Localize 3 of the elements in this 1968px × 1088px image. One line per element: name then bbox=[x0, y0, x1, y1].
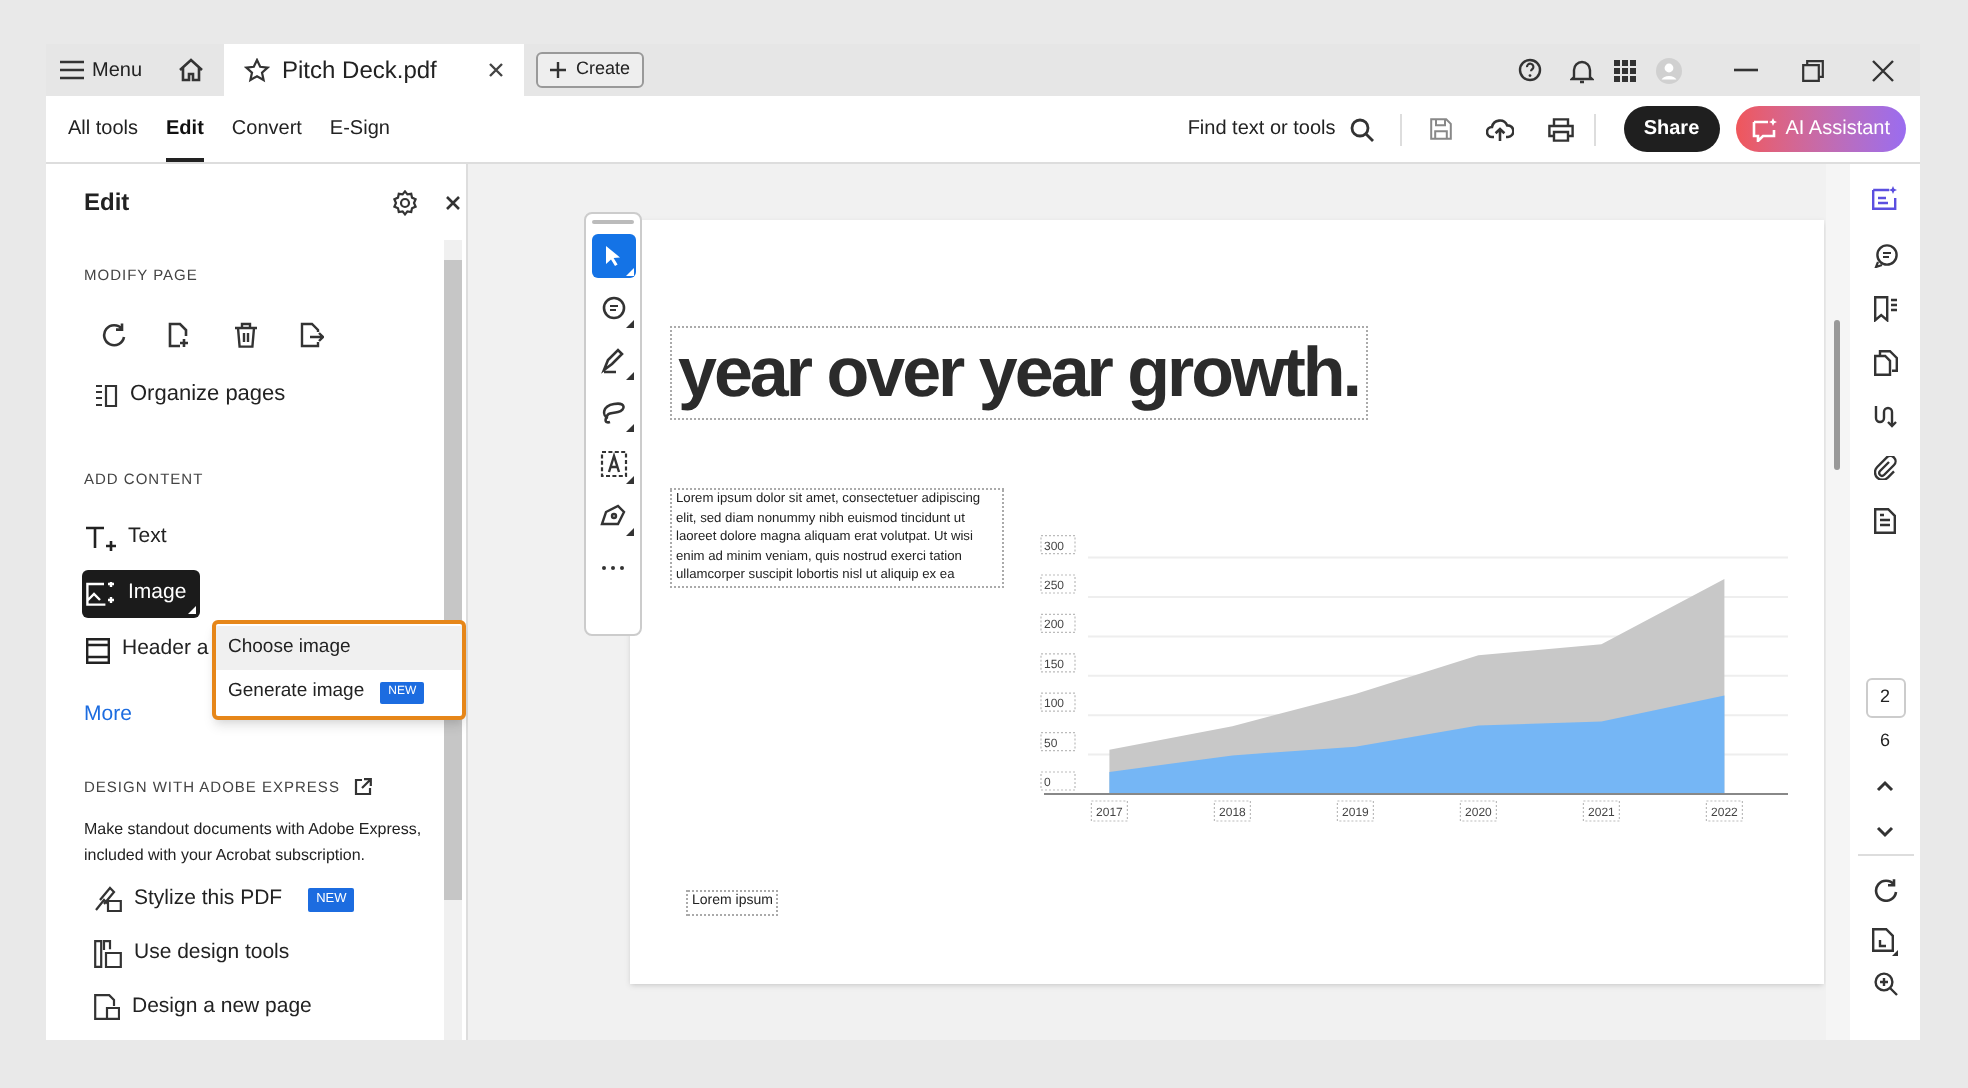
page-count: 6 bbox=[1879, 728, 1890, 754]
express-description: Make standout documents with Adobe Express, included with your Acrobat subscription. bbox=[84, 818, 424, 868]
panel-title: Edit bbox=[84, 186, 132, 220]
